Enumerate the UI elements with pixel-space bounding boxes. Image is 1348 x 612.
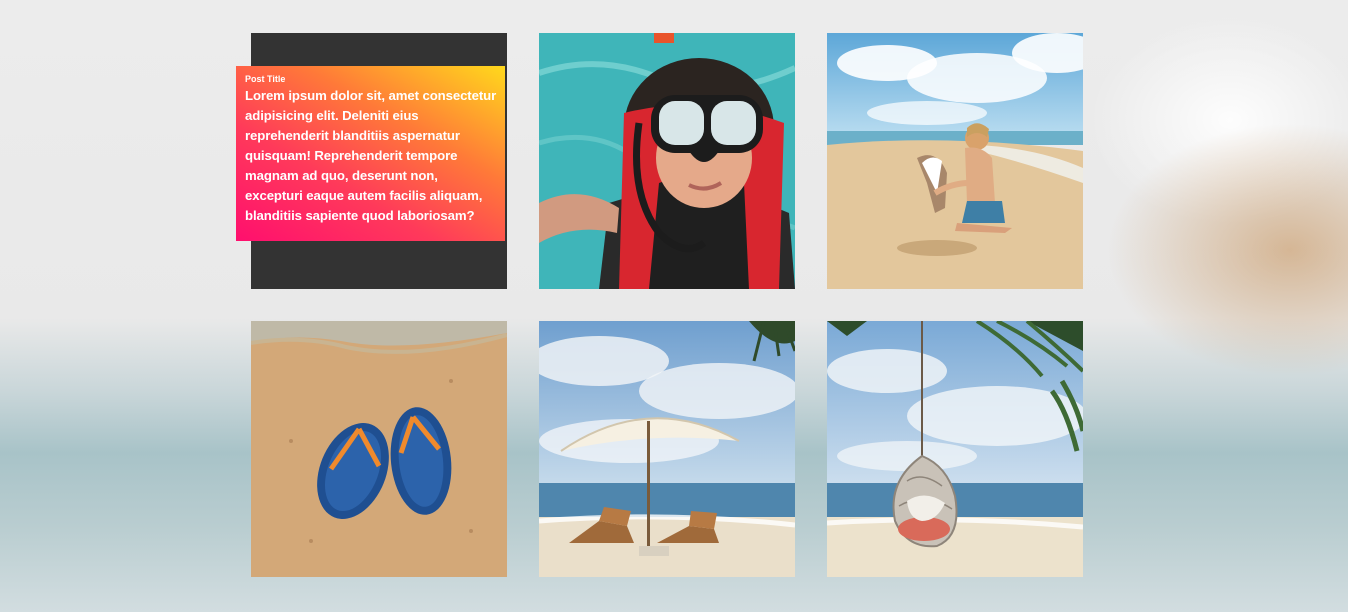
post-title: Post Title	[245, 74, 286, 84]
photo-beach-umbrella[interactable]	[539, 321, 795, 577]
photo-flip-flops[interactable]	[251, 321, 507, 577]
photo-swing-chair[interactable]	[827, 321, 1083, 577]
snorkel-photo	[539, 33, 795, 289]
photo-boy-dog[interactable]	[827, 33, 1083, 289]
flip-flops-photo	[251, 321, 507, 577]
photo-snorkel-girl[interactable]	[539, 33, 795, 289]
umbrella-photo	[539, 321, 795, 577]
swing-chair-photo	[827, 321, 1083, 577]
post-caption: Post Title Lorem ipsum dolor sit, amet c…	[236, 66, 505, 241]
photo-grid: Post Title Lorem ipsum dolor sit, amet c…	[236, 33, 1083, 577]
beach-dog-photo	[827, 33, 1083, 289]
post-text: Lorem ipsum dolor sit, amet consectetur …	[245, 88, 497, 223]
featured-post-card[interactable]: Post Title Lorem ipsum dolor sit, amet c…	[236, 33, 507, 289]
